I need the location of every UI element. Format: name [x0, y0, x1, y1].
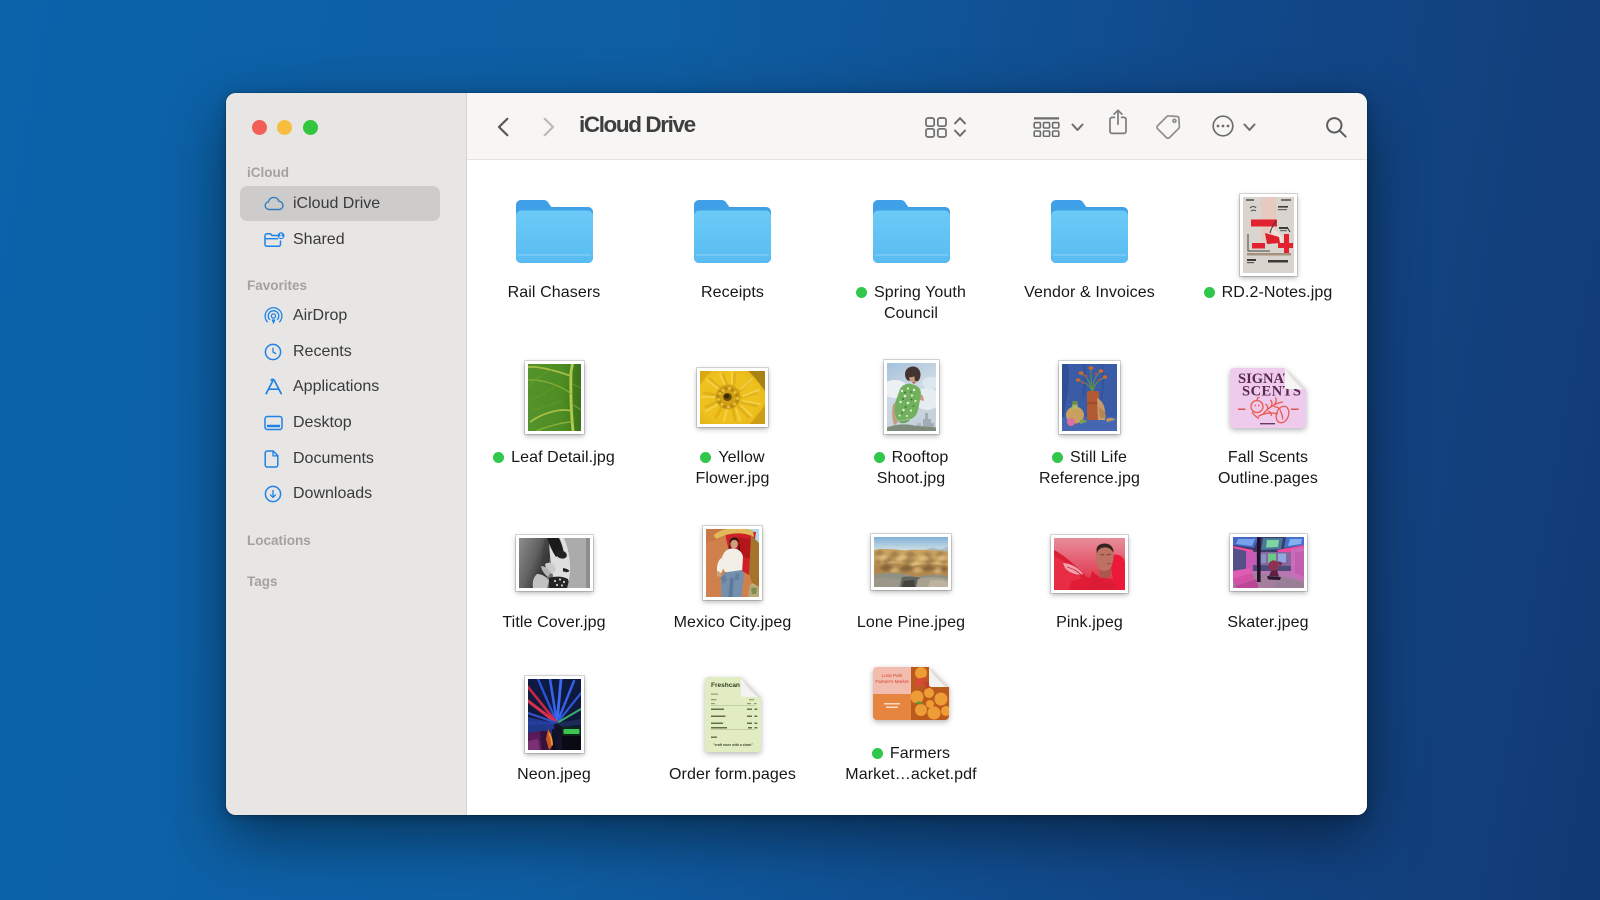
svg-text:Farmer's Market: Farmer's Market — [875, 679, 909, 684]
svg-text:"craft more with a clean": "craft more with a clean" — [713, 743, 753, 747]
svg-text:Luna Park: Luna Park — [882, 673, 904, 678]
svg-text:Freshcan: Freshcan — [711, 682, 740, 689]
